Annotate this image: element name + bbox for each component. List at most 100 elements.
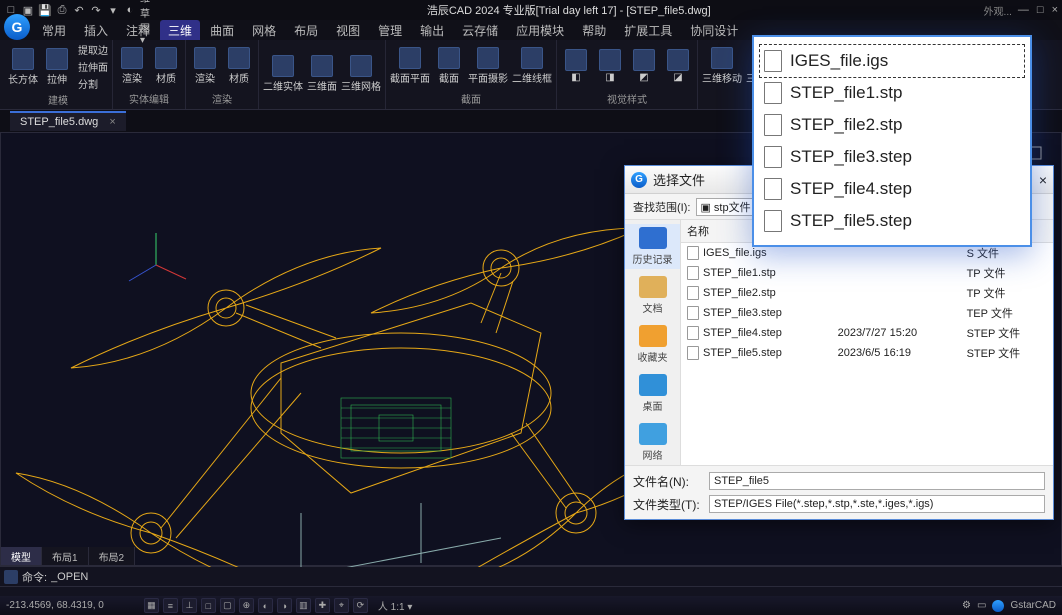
status-toggle[interactable]: ⌖ [334, 598, 349, 613]
ribbon-button[interactable]: ◪ [663, 49, 693, 83]
ribbon-button[interactable]: ◧ [561, 49, 591, 83]
ribbon-panel-label: 实体编辑 [129, 90, 169, 107]
file-icon [764, 114, 782, 136]
ribbon-button-label: 二维实体 [263, 78, 303, 93]
qat-undo-icon[interactable]: ↶ [72, 3, 86, 17]
ribbon-icon [121, 47, 143, 69]
ribbon-button[interactable]: 二维实体 [263, 55, 303, 93]
file-row[interactable]: STEP_file4.step2023/7/27 15:20STEP 文件 [681, 323, 1053, 343]
command-input[interactable] [51, 571, 1058, 583]
status-toggle[interactable]: ≡ [163, 598, 178, 613]
ribbon-button[interactable]: 平面摄影 [468, 47, 508, 85]
file-row[interactable]: STEP_file3.stepTEP 文件 [681, 303, 1053, 323]
qat-workspace-label[interactable]: 二维草图 ▾ [140, 3, 154, 17]
ribbon-tab[interactable]: 注释 [118, 20, 158, 40]
file-row[interactable]: STEP_file2.stpTP 文件 [681, 283, 1053, 303]
ribbon-button[interactable]: 三维移动 [702, 47, 742, 85]
ribbon-button[interactable]: 拉伸 [42, 48, 72, 86]
ribbon-button[interactable]: 材质 [151, 47, 181, 85]
ribbon-tab[interactable]: 插入 [76, 20, 116, 40]
status-toggle[interactable]: ✚ [315, 598, 330, 613]
view-tab[interactable]: 布局1 [42, 547, 89, 565]
file-list[interactable]: 名称修改日期类型 IGES_file.igsS 文件STEP_file1.stp… [681, 220, 1053, 465]
status-toggle[interactable]: ◑ [277, 598, 292, 613]
view-tab[interactable]: 模型 [1, 547, 42, 565]
popup-file-item[interactable]: STEP_file3.step [760, 141, 1024, 173]
ribbon-button[interactable]: ◨ [595, 49, 625, 83]
popup-file-item[interactable]: STEP_file5.step [760, 205, 1024, 237]
status-toggle[interactable]: ◐ [258, 598, 273, 613]
status-toggle[interactable]: ▢ [220, 598, 235, 613]
document-tab[interactable]: STEP_file5.dwg × [10, 111, 126, 131]
filename-label: 文件名(N): [633, 473, 703, 490]
ribbon-button[interactable]: 长方体 [8, 48, 38, 86]
ribbon-tab[interactable]: 网格 [244, 20, 284, 40]
ribbon-button[interactable]: 三维网格 [341, 55, 381, 93]
filename-input[interactable]: STEP_file5 [709, 472, 1045, 490]
popup-file-item[interactable]: STEP_file4.step [760, 173, 1024, 205]
qat-print-icon[interactable]: ⎙ [55, 3, 69, 17]
status-toggle[interactable]: ▥ [296, 598, 311, 613]
qat-more-icon[interactable]: ▾ [106, 3, 120, 17]
ribbon-button[interactable]: 二维线框 [512, 47, 552, 85]
scroll-gutter [0, 586, 1062, 596]
status-toggle[interactable]: ⊥ [182, 598, 197, 613]
dialog-close-icon[interactable]: × [1039, 172, 1047, 188]
search-box[interactable]: 外观... [984, 3, 1012, 18]
file-row[interactable]: STEP_file1.stpTP 文件 [681, 263, 1053, 283]
sidebar-place[interactable]: 桌面 [625, 371, 680, 416]
close-button[interactable]: × [1052, 4, 1058, 16]
ribbon-tab[interactable]: 三维 [160, 20, 200, 40]
brand-label: GstarCAD [1010, 600, 1056, 611]
status-toggle[interactable]: ⟳ [353, 598, 368, 613]
ribbon-button[interactable]: 三维面 [307, 55, 337, 93]
settings-icon[interactable]: ⚙ [962, 600, 971, 611]
filetype-combo[interactable]: STEP/IGES File(*.step,*.stp,*.ste,*.iges… [709, 495, 1045, 513]
quick-access-toolbar: □ ▣ 💾 ⎙ ↶ ↷ ▾ ◐ 二维草图 ▾ [4, 3, 154, 17]
dialog-app-icon: G [631, 172, 647, 188]
qat-save-icon[interactable]: 💾 [38, 3, 52, 17]
ribbon-tab[interactable]: 布局 [286, 20, 326, 40]
ribbon-tab[interactable]: 应用模块 [508, 20, 572, 40]
ribbon-button[interactable]: 渲染 [117, 47, 147, 85]
app-menu-button[interactable]: G [4, 14, 30, 40]
view-tab[interactable]: 布局2 [89, 547, 136, 565]
expand-icon[interactable]: ▭ [977, 600, 986, 611]
ribbon-tab[interactable]: 云存储 [454, 20, 506, 40]
ribbon-panel-label: 视觉样式 [607, 90, 647, 107]
ribbon-tab[interactable]: 常用 [34, 20, 74, 40]
ribbon-button[interactable]: 截面平面 [390, 47, 430, 85]
ribbon-panel: 渲染材质渲染 [186, 40, 259, 109]
qat-redo-icon[interactable]: ↷ [89, 3, 103, 17]
popup-file-item[interactable]: IGES_file.igs [760, 45, 1024, 77]
ribbon-button[interactable]: 渲染 [190, 47, 220, 85]
scale-control[interactable]: 人 1:1 ▾ [378, 598, 412, 613]
ribbon-tab[interactable]: 帮助 [574, 20, 614, 40]
sidebar-place[interactable]: 文档 [625, 273, 680, 318]
sidebar-place[interactable]: 网络 [625, 420, 680, 465]
sidebar-place[interactable]: 历史记录 [625, 224, 680, 269]
popup-file-item[interactable]: STEP_file2.stp [760, 109, 1024, 141]
sidebar-place[interactable]: 收藏夹 [625, 322, 680, 367]
status-toggle[interactable]: ▦ [144, 598, 159, 613]
ribbon-button[interactable]: 材质 [224, 47, 254, 85]
ribbon-tab[interactable]: 视图 [328, 20, 368, 40]
ribbon-icon [272, 55, 294, 77]
ribbon-button-label: 三维面 [307, 78, 337, 93]
ribbon-button[interactable]: ◩ [629, 49, 659, 83]
file-row[interactable]: STEP_file5.step2023/6/5 16:19STEP 文件 [681, 343, 1053, 363]
ribbon-tab[interactable]: 协同设计 [682, 20, 746, 40]
maximize-button[interactable]: □ [1037, 4, 1044, 16]
status-toggle[interactable]: □ [201, 598, 216, 613]
folder-icon [639, 423, 667, 445]
minimize-button[interactable]: — [1018, 4, 1029, 16]
ribbon-tab[interactable]: 管理 [370, 20, 410, 40]
ribbon-tab[interactable]: 扩展工具 [616, 20, 680, 40]
popup-file-item[interactable]: STEP_file1.stp [760, 77, 1024, 109]
status-toggle[interactable]: ⊕ [239, 598, 254, 613]
ribbon-tab[interactable]: 输出 [412, 20, 452, 40]
close-tab-icon[interactable]: × [109, 116, 115, 128]
ribbon-tab[interactable]: 曲面 [202, 20, 242, 40]
ribbon-button[interactable]: 截面 [434, 47, 464, 85]
qat-workspace-icon[interactable]: ◐ [123, 3, 137, 17]
